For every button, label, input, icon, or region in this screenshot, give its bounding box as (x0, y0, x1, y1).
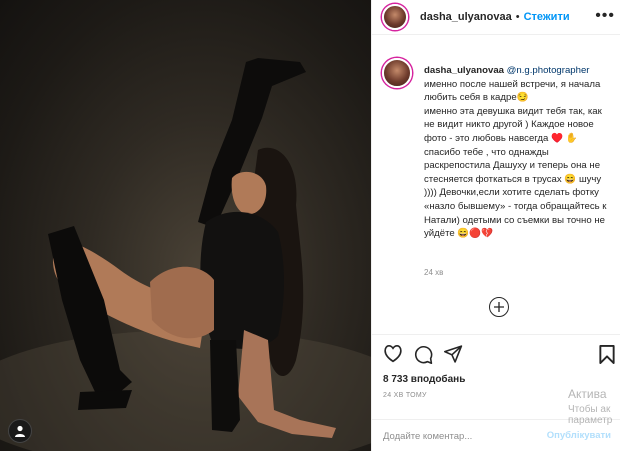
publish-button[interactable]: Опублікувати (547, 430, 611, 441)
post-header: dasha_ulyanovaa • Стежити ••• (372, 0, 620, 35)
caption-text: dasha_ulyanovaa @n.g.photographer именно… (424, 64, 612, 241)
caption-mention[interactable]: @n.g.photographer (507, 65, 590, 76)
user-tag-icon (15, 425, 25, 437)
caption-time[interactable]: 24 хв (424, 268, 443, 277)
tagged-users-button[interactable] (8, 419, 32, 443)
more-icon[interactable]: ••• (595, 7, 615, 25)
comment-input[interactable] (383, 430, 543, 442)
post-panel: dasha_ulyanovaa • Стежити ••• dasha_ulya… (371, 0, 620, 451)
plus-circle-icon (494, 302, 504, 312)
post-photo[interactable] (0, 0, 371, 451)
author-username[interactable]: dasha_ulyanovaa (420, 11, 512, 23)
caption-avatar[interactable] (382, 58, 412, 88)
caption-content: именно после нашей встречи, я начала люб… (424, 78, 607, 240)
heart-icon[interactable] (383, 345, 403, 363)
share-icon[interactable] (444, 345, 463, 363)
actions-section: 8 733 вподобань 24 ХВ ТОМУ Опублікувати (372, 334, 620, 451)
likes-count[interactable]: 8 733 вподобань (383, 374, 465, 385)
load-more-comments-button[interactable] (489, 297, 509, 317)
photo-artwork (0, 58, 371, 451)
add-comment-bar: Опублікувати (372, 419, 620, 451)
avatar[interactable] (382, 4, 408, 30)
caption-author[interactable]: dasha_ulyanovaa (424, 65, 504, 76)
separator-dot: • (515, 11, 520, 23)
comment-icon[interactable] (414, 345, 433, 364)
follow-button[interactable]: Стежити (524, 11, 570, 23)
post-timestamp[interactable]: 24 ХВ ТОМУ (383, 392, 427, 399)
bookmark-icon[interactable] (599, 345, 615, 364)
